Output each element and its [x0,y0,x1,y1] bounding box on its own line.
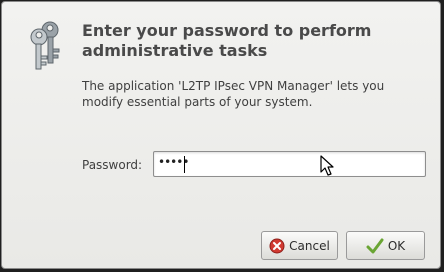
auth-dialog: Enter your password to perform administr… [1,1,441,269]
keys-icon [30,21,60,70]
ok-button[interactable]: OK [346,231,425,260]
text-caret [184,156,185,173]
ok-button-label: OK [387,238,406,253]
password-label: Password: [82,158,143,172]
mouse-cursor-icon [320,155,334,176]
dialog-title: Enter your password to perform administr… [82,21,372,60]
cancel-button-label: Cancel [289,238,330,253]
cancel-icon [269,238,285,253]
password-field[interactable]: ••••• [153,151,426,177]
cancel-button[interactable]: Cancel [261,231,338,260]
dialog-message: The application 'L2TP IPsec VPN Manager'… [82,79,385,109]
checkmark-icon [366,238,384,253]
